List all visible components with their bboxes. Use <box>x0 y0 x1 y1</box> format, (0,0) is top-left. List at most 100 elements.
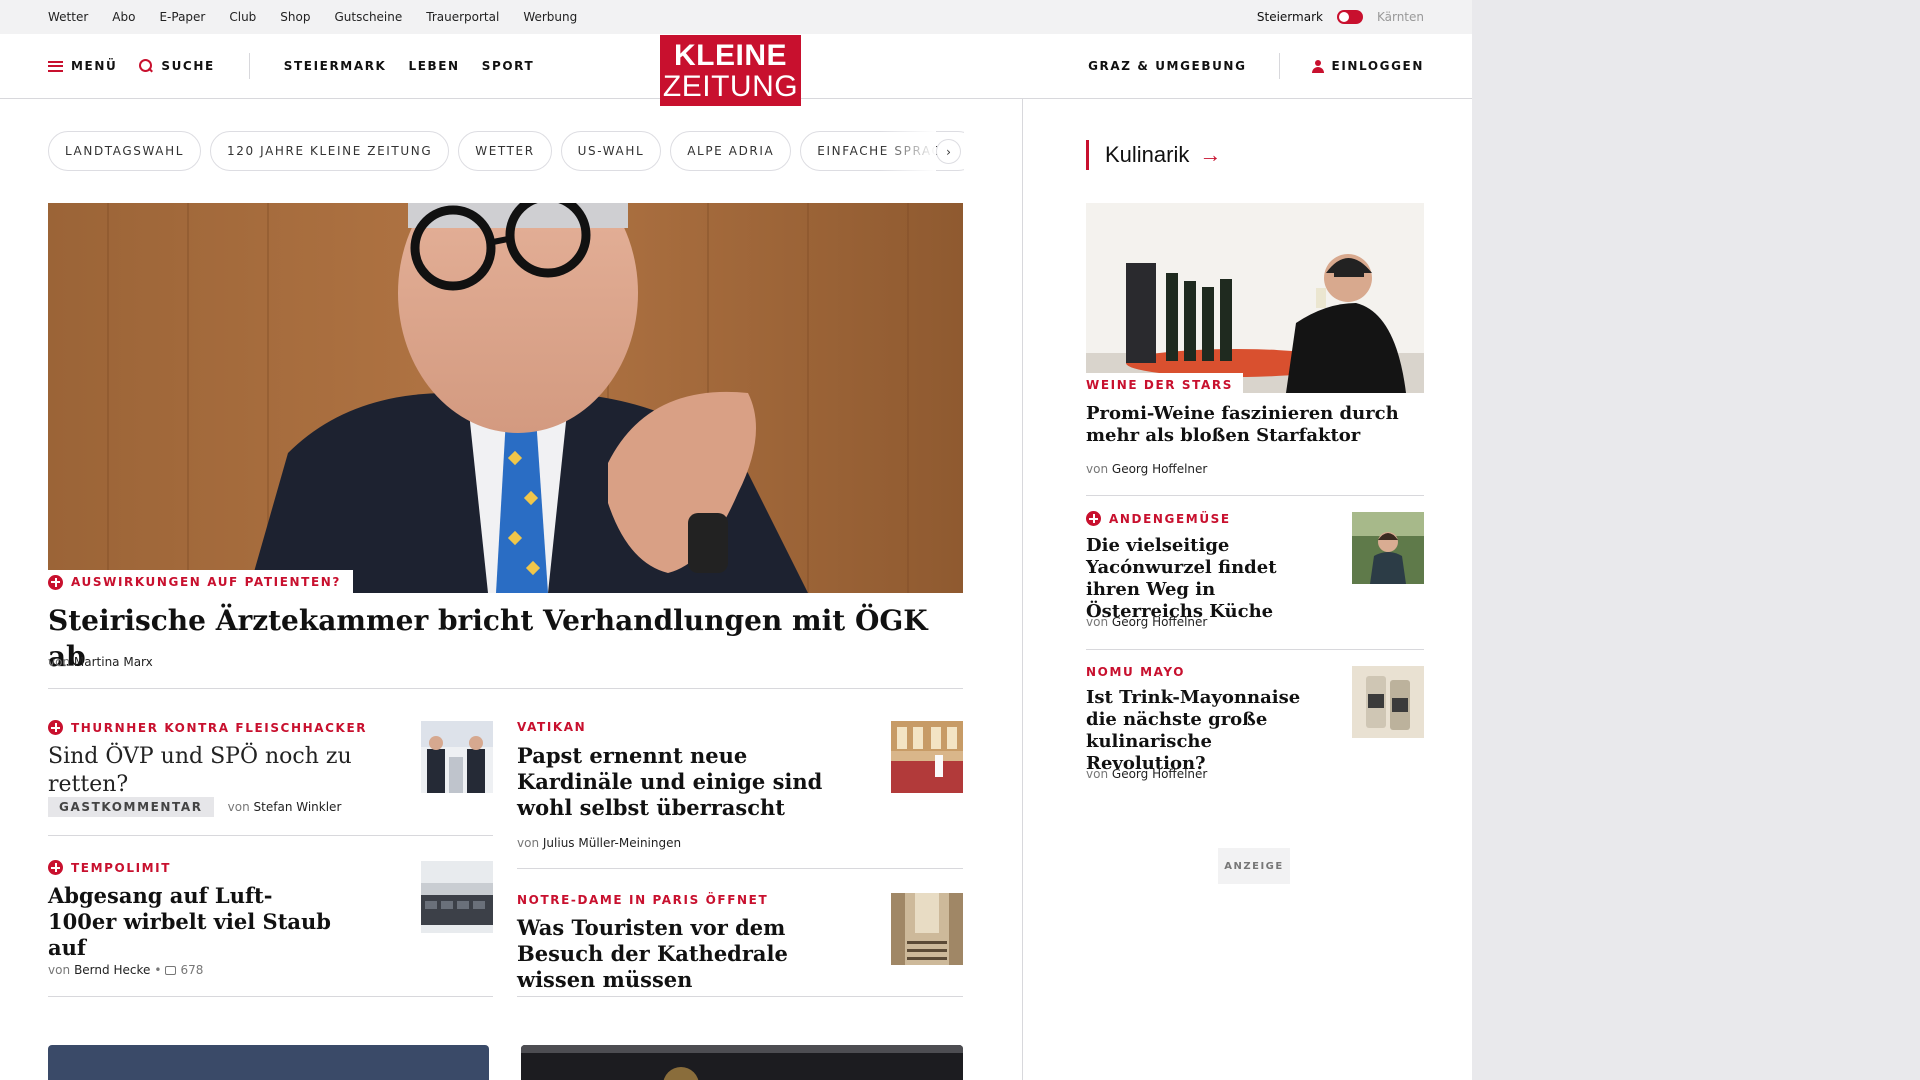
search-label: SUCHE <box>161 59 215 73</box>
sidebar-item-1-byline: von Georg Hoffelner <box>1086 462 1207 476</box>
hero-headline[interactable]: Steirische Ärztekammer bricht Verhandlun… <box>48 603 963 675</box>
utility-link-club[interactable]: Club <box>229 10 256 24</box>
byline-von: von <box>48 963 71 977</box>
search-button[interactable]: SUCHE <box>139 59 214 73</box>
byline-separator: • <box>154 963 162 977</box>
chip-landtagswahl[interactable]: LANDTAGSWAHL <box>48 131 202 171</box>
nav-steiermark[interactable]: STEIERMARK <box>284 59 387 73</box>
article-3-thumbnail[interactable] <box>421 861 493 933</box>
utility-bar: Wetter Abo E-Paper Club Shop Gutscheine … <box>0 0 1472 34</box>
hero-image[interactable] <box>48 203 963 593</box>
plus-icon <box>1086 511 1101 526</box>
article-3-headline[interactable]: Abgesang auf Luft-100er wirbelt viel Sta… <box>48 883 338 961</box>
utility-link-gutscheine[interactable]: Gutscheine <box>334 10 402 24</box>
page: Wetter Abo E-Paper Club Shop Gutscheine … <box>0 0 1472 1080</box>
chip-wetter[interactable]: WETTER <box>458 131 552 171</box>
utility-link-werbung[interactable]: Werbung <box>523 10 577 24</box>
article-1-thumbnail[interactable] <box>421 721 493 793</box>
article-3-divider <box>48 996 493 997</box>
byline-von: von <box>1086 767 1109 781</box>
header-right-nav: GRAZ & UMGEBUNG EINLOGGEN <box>1088 34 1424 98</box>
comment-count: 678 <box>180 963 204 977</box>
sidebar-item-2-byline: von Georg Hoffelner <box>1086 615 1207 629</box>
topic-chips: LANDTAGSWAHL 120 JAHRE KLEINE ZEITUNG WE… <box>48 131 964 171</box>
next-article-preview-1[interactable] <box>48 1045 489 1080</box>
byline-von: von <box>1086 462 1109 476</box>
article-4-headline[interactable]: Was Touristen vor dem Besuch der Kathedr… <box>517 915 857 993</box>
column-divider <box>1022 99 1023 1080</box>
chip-us-wahl[interactable]: US-WAHL <box>560 131 662 171</box>
chip-120-jahre[interactable]: 120 JAHRE KLEINE ZEITUNG <box>210 131 450 171</box>
sidebar-item-3-byline: von Georg Hoffelner <box>1086 767 1207 781</box>
article-2-kicker: VATIKAN <box>517 720 586 734</box>
utility-links: Wetter Abo E-Paper Club Shop Gutscheine … <box>48 0 577 34</box>
sidebar-divider-1 <box>1086 495 1424 496</box>
chip-alpe-adria[interactable]: ALPE ADRIA <box>670 131 792 171</box>
article-4-thumbnail[interactable] <box>891 893 963 965</box>
utility-link-trauerportal[interactable]: Trauerportal <box>426 10 499 24</box>
comments-link[interactable]: 678 <box>165 963 203 977</box>
article-3-byline: von Bernd Hecke • 678 <box>48 963 203 977</box>
sidebar-item-3-thumbnail[interactable] <box>1352 666 1424 738</box>
utility-link-wetter[interactable]: Wetter <box>48 10 88 24</box>
menu-button[interactable]: MENÜ <box>48 59 117 73</box>
kleine-zeitung-logo[interactable]: KLEINE ZEITUNG <box>660 35 801 106</box>
sidebar-item-1-author[interactable]: Georg Hoffelner <box>1112 462 1207 476</box>
hero-divider <box>48 688 963 689</box>
comment-icon <box>165 965 177 975</box>
hero-author[interactable]: Martina Marx <box>74 655 153 669</box>
thumbnail-illustration <box>1352 666 1424 738</box>
plus-icon <box>48 574 63 590</box>
nav-sport[interactable]: SPORT <box>482 59 535 73</box>
kulinarik-section-link[interactable]: Kulinarik → <box>1086 140 1221 170</box>
user-icon <box>1311 59 1324 73</box>
sidebar-item-2-thumbnail[interactable] <box>1352 512 1424 584</box>
section-title: Kulinarik <box>1105 142 1190 167</box>
sidebar-item-2-headline[interactable]: Die vielseitige Yacónwurzel findet ihren… <box>1086 535 1336 623</box>
login-button[interactable]: EINLOGGEN <box>1311 59 1424 73</box>
chevron-right-icon: › <box>946 144 951 159</box>
region-link[interactable]: GRAZ & UMGEBUNG <box>1088 59 1246 73</box>
sidebar-item-2-kicker-text: ANDENGEMÜSE <box>1109 511 1231 526</box>
sidebar-item-1-headline[interactable]: Promi-Weine faszinieren durch mehr als b… <box>1086 403 1424 447</box>
chips-fade <box>880 131 936 171</box>
byline-von: von <box>517 836 540 850</box>
chips-next-button[interactable]: › <box>936 139 961 164</box>
region-inactive-label[interactable]: Kärnten <box>1377 10 1424 24</box>
next-article-preview-2[interactable] <box>521 1045 963 1080</box>
utility-link-abo[interactable]: Abo <box>112 10 135 24</box>
hero-byline: von Martina Marx <box>48 655 153 669</box>
article-2-author[interactable]: Julius Müller-Meiningen <box>543 836 681 850</box>
article-1-divider <box>48 835 493 836</box>
nav-leben[interactable]: LEBEN <box>408 59 459 73</box>
article-1-headline[interactable]: Sind ÖVP und SPÖ noch zu retten? <box>48 743 408 799</box>
utility-link-epaper[interactable]: E-Paper <box>159 10 205 24</box>
search-icon <box>139 59 153 73</box>
sidebar-lead-image[interactable] <box>1086 203 1424 393</box>
sidebar-item-3-headline[interactable]: Ist Trink-Mayonnaise die nächste große k… <box>1086 687 1336 775</box>
thumbnail-illustration <box>1352 512 1424 584</box>
article-1-kicker: THURNHER KONTRA FLEISCHHACKER <box>48 720 367 735</box>
article-3-kicker: TEMPOLIMIT <box>48 860 171 875</box>
header-divider-right <box>1278 53 1280 79</box>
article-1-author[interactable]: Stefan Winkler <box>254 800 342 814</box>
article-3-author[interactable]: Bernd Hecke <box>74 963 150 977</box>
right-page-gutter <box>1472 0 1920 1080</box>
sidebar-item-3-author[interactable]: Georg Hoffelner <box>1112 767 1207 781</box>
article-2-headline[interactable]: Papst ernennt neue Kardinäle und einige … <box>517 743 837 821</box>
sidebar-item-1-kicker: WEINE DER STARS <box>1086 378 1233 392</box>
region-switcher: Steiermark Kärnten <box>1257 0 1424 34</box>
site-header: MENÜ SUCHE STEIERMARK LEBEN SPORT KLEINE… <box>0 34 1472 106</box>
utility-link-shop[interactable]: Shop <box>280 10 310 24</box>
thumbnail-illustration <box>891 721 963 793</box>
sidebar-item-2-author[interactable]: Georg Hoffelner <box>1112 615 1207 629</box>
sidebar-item-3-kicker: NOMU MAYO <box>1086 665 1185 679</box>
article-2-byline: von Julius Müller-Meiningen <box>517 836 681 850</box>
region-toggle[interactable] <box>1336 10 1363 24</box>
menu-label: MENÜ <box>71 59 118 73</box>
login-label: EINLOGGEN <box>1331 59 1424 73</box>
article-2-thumbnail[interactable] <box>891 721 963 793</box>
region-active-label[interactable]: Steiermark <box>1257 10 1323 24</box>
article-4-kicker: NOTRE-DAME IN PARIS ÖFFNET <box>517 893 768 907</box>
logo-line-1: KLEINE <box>673 39 787 72</box>
